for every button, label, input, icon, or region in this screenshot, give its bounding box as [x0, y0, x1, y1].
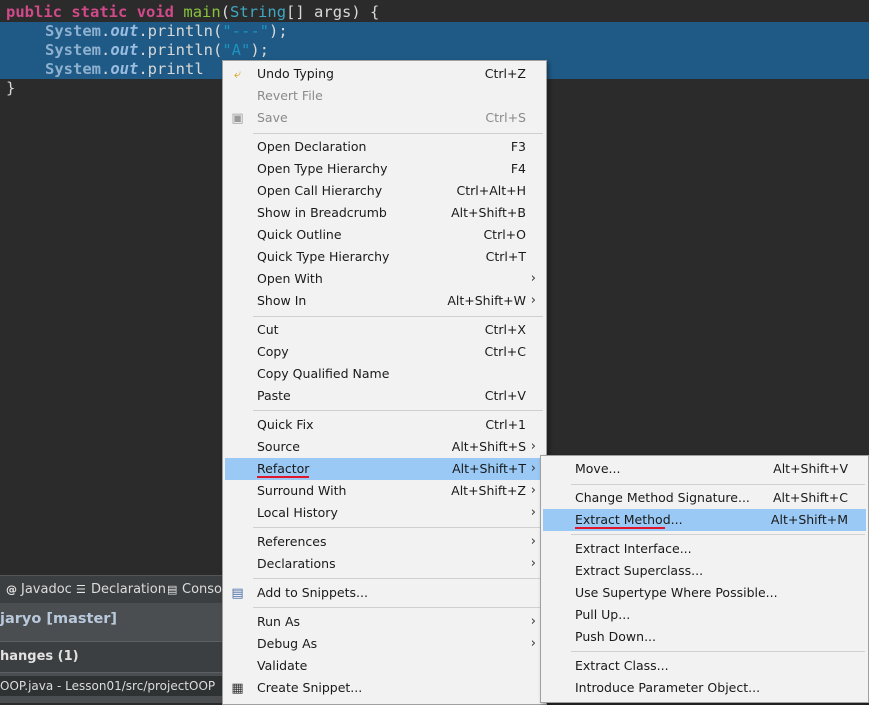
code-line-println-1: System.out.println("---"); [45, 22, 288, 40]
menu-item-change-method-signature[interactable]: Change Method Signature... Alt+Shift+C [541, 487, 868, 509]
tab-console[interactable]: ▤ Consol [167, 582, 226, 597]
unstaged-changes-label: hanges (1) [0, 649, 79, 664]
chevron-right-icon: › [530, 505, 536, 520]
menu-item-open-declaration[interactable]: Open Declaration F3 [223, 136, 546, 158]
menu-item-add-to-snippets[interactable]: ▤ Add to Snippets... [223, 582, 546, 604]
menu-separator [571, 484, 865, 485]
chevron-right-icon: › [530, 439, 536, 454]
console-icon: ▤ [167, 582, 178, 596]
menu-item-declarations[interactable]: Declarations › [223, 553, 546, 575]
create-snippet-icon: ▦ [231, 681, 244, 696]
code-line-main-signature: public static void main(String[] args) { [6, 3, 380, 21]
menu-item-copy[interactable]: Copy Ctrl+C [223, 341, 546, 363]
chevron-right-icon: › [530, 636, 536, 651]
tab-javadoc-label: Javadoc [21, 582, 72, 597]
menu-item-move[interactable]: Move... Alt+Shift+V [541, 458, 868, 480]
menu-item-quick-outline[interactable]: Quick Outline Ctrl+O [223, 224, 546, 246]
menu-separator [571, 651, 865, 652]
menu-item-debug-as[interactable]: Debug As › [223, 633, 546, 655]
declaration-icon: ☰ [76, 582, 86, 596]
menu-item-surround-with[interactable]: Surround With Alt+Shift+Z › [223, 480, 546, 502]
menu-item-quick-type-hierarchy[interactable]: Quick Type Hierarchy Ctrl+T [223, 246, 546, 268]
menu-separator [253, 410, 543, 411]
save-icon: ▣ [231, 111, 244, 126]
chevron-right-icon: › [530, 461, 536, 476]
menu-item-references[interactable]: References › [223, 531, 546, 553]
menu-item-local-history[interactable]: Local History › [223, 502, 546, 524]
snippet-icon: ▤ [231, 586, 244, 601]
changed-file-row[interactable]: OOP.java - Lesson01/src/projectOOP [0, 676, 222, 696]
menu-item-save[interactable]: ▣ Save Ctrl+S [223, 107, 546, 129]
menu-item-source[interactable]: Source Alt+Shift+S › [223, 436, 546, 458]
repository-title: jaryo [master] [0, 611, 118, 627]
chevron-right-icon: › [530, 271, 536, 286]
menu-item-open-call-hierarchy[interactable]: Open Call Hierarchy Ctrl+Alt+H [223, 180, 546, 202]
menu-item-open-type-hierarchy[interactable]: Open Type Hierarchy F4 [223, 158, 546, 180]
chevron-right-icon: › [530, 614, 536, 629]
unstaged-changes-header[interactable]: hanges (1) [0, 641, 222, 673]
annotation-underline [257, 476, 309, 478]
menu-item-undo-typing[interactable]: ⤶ Undo Typing Ctrl+Z [223, 63, 546, 85]
chevron-right-icon: › [530, 534, 536, 549]
menu-item-extract-interface[interactable]: Extract Interface... [541, 538, 868, 560]
menu-item-use-supertype[interactable]: Use Supertype Where Possible... [541, 582, 868, 604]
menu-item-extract-superclass[interactable]: Extract Superclass... [541, 560, 868, 582]
undo-icon: ⤶ [233, 67, 242, 82]
bottom-panel-tabbar: @ Javadoc ☰ Declaration ▤ Consol [0, 575, 226, 604]
git-staging-panel: jaryo [master] hanges (1) OOP.java - Les… [0, 603, 222, 703]
tab-console-label: Consol [182, 582, 226, 597]
editor-context-menu: ⤶ Undo Typing Ctrl+Z Revert File ▣ Save … [222, 60, 547, 705]
tab-declaration[interactable]: ☰ Declaration [76, 582, 166, 597]
menu-item-revert-file[interactable]: Revert File [223, 85, 546, 107]
code-line-println-2: System.out.println("A"); [45, 41, 270, 59]
tab-declaration-label: Declaration [91, 582, 166, 597]
menu-separator [253, 316, 543, 317]
refactor-submenu: Move... Alt+Shift+V Change Method Signat… [540, 455, 869, 703]
menu-item-run-as[interactable]: Run As › [223, 611, 546, 633]
menu-item-open-with[interactable]: Open With › [223, 268, 546, 290]
menu-item-pull-up[interactable]: Pull Up... [541, 604, 868, 626]
tab-javadoc[interactable]: @ Javadoc [6, 582, 72, 597]
javadoc-icon: @ [6, 582, 17, 596]
menu-separator [253, 133, 543, 134]
menu-separator [253, 527, 543, 528]
chevron-right-icon: › [530, 293, 536, 308]
menu-item-quick-fix[interactable]: Quick Fix Ctrl+1 [223, 414, 546, 436]
menu-item-refactor[interactable]: Refactor Alt+Shift+T › [225, 458, 544, 480]
menu-item-cut[interactable]: Cut Ctrl+X [223, 319, 546, 341]
menu-item-introduce-parameter-object[interactable]: Introduce Parameter Object... [541, 677, 868, 699]
menu-item-validate[interactable]: Validate [223, 655, 546, 677]
menu-item-create-snippet[interactable]: ▦ Create Snippet... [223, 677, 546, 699]
menu-item-extract-class[interactable]: Extract Class... [541, 655, 868, 677]
menu-item-extract-method[interactable]: Extract Method... Alt+Shift+M [543, 509, 866, 531]
menu-separator [253, 607, 543, 608]
menu-separator [253, 578, 543, 579]
chevron-right-icon: › [530, 556, 536, 571]
annotation-underline [575, 527, 665, 529]
menu-item-paste[interactable]: Paste Ctrl+V [223, 385, 546, 407]
chevron-right-icon: › [530, 483, 536, 498]
menu-item-copy-qualified-name[interactable]: Copy Qualified Name [223, 363, 546, 385]
menu-item-push-down[interactable]: Push Down... [541, 626, 868, 648]
menu-item-show-in[interactable]: Show In Alt+Shift+W › [223, 290, 546, 312]
menu-item-show-in-breadcrumb[interactable]: Show in Breadcrumb Alt+Shift+B [223, 202, 546, 224]
menu-separator [571, 534, 865, 535]
